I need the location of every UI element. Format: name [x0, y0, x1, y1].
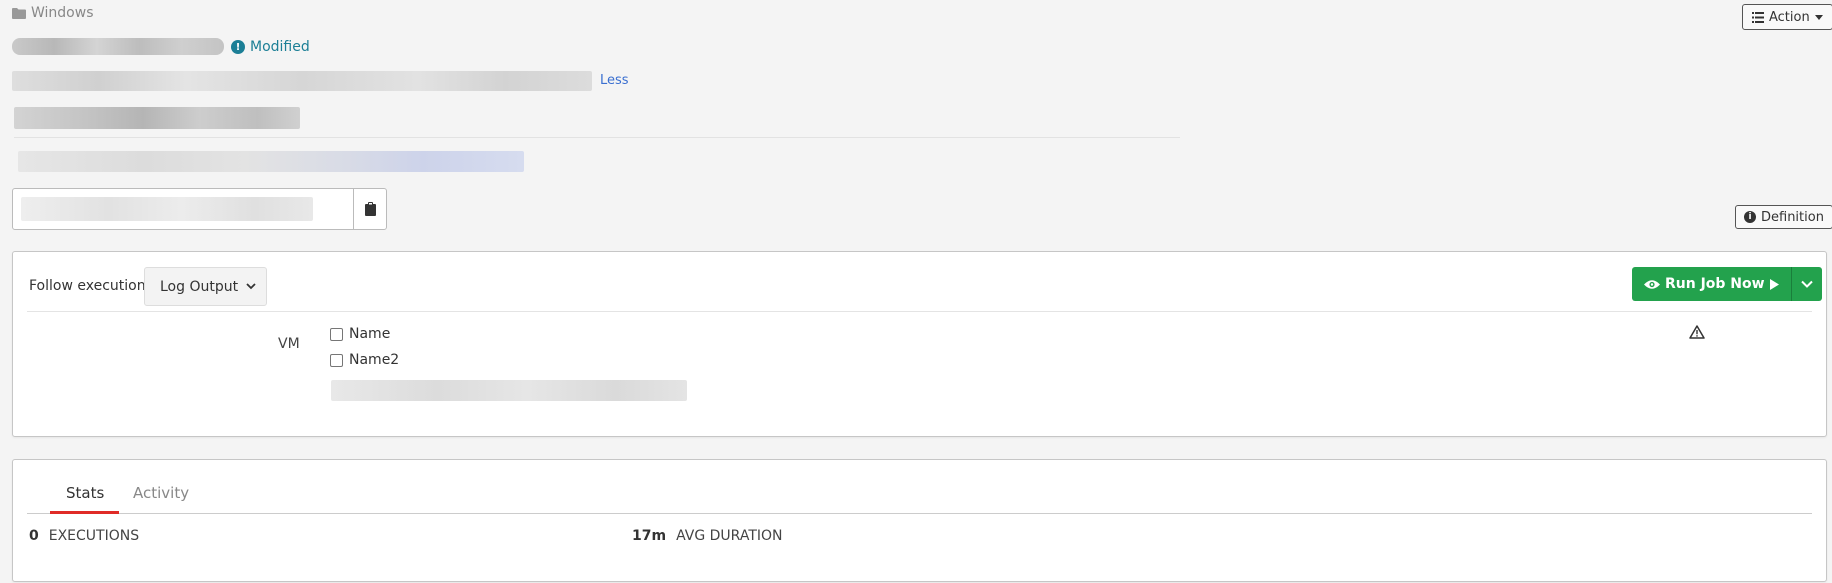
vm-option-name2-label: Name2 [349, 352, 400, 368]
tab-activity[interactable]: Activity [133, 484, 189, 502]
warning-icon [1689, 324, 1705, 343]
vm-option-name-label: Name [349, 326, 391, 342]
chevron-down-icon [1800, 280, 1813, 288]
clipboard-icon [364, 202, 376, 216]
panel-divider [27, 311, 1812, 312]
definition-label: Definition [1761, 209, 1824, 225]
executions-label: EXECUTIONS [48, 528, 140, 544]
follow-execution-select[interactable]: Log Output [144, 267, 267, 306]
info-icon: ! [231, 40, 245, 54]
job-uuid-input-group [12, 188, 387, 230]
run-job-now-button[interactable]: Run Job Now [1632, 267, 1791, 301]
action-button[interactable]: Action [1742, 4, 1832, 30]
run-job-now-label: Run Job Now [1665, 276, 1765, 292]
modified-indicator: ! Modified [231, 39, 310, 55]
checkbox[interactable] [330, 327, 343, 341]
definition-button[interactable]: i Definition [1735, 205, 1832, 229]
checkbox[interactable] [330, 353, 343, 367]
stats-panel: Stats Activity 0 EXECUTIONS 17m AVG DURA… [12, 459, 1827, 582]
chevron-down-icon [246, 283, 256, 290]
avg-duration-label: AVG DURATION [676, 528, 783, 544]
executions-value: 0 [29, 528, 39, 544]
divider [14, 137, 1180, 138]
follow-execution-value: Log Output [160, 278, 239, 295]
breadcrumb[interactable]: Windows [12, 5, 94, 21]
avg-duration-value: 17m [632, 528, 667, 544]
execution-panel: Follow execution Log Output Run Job Now … [12, 251, 1827, 437]
breadcrumb-label: Windows [31, 5, 94, 21]
vm-option-description-redacted [331, 380, 687, 401]
tab-divider [27, 513, 1812, 514]
info-icon: i [1744, 211, 1756, 223]
job-link-redacted [18, 151, 524, 172]
job-detail-redacted [14, 107, 300, 129]
job-description-redacted [12, 71, 592, 91]
list-icon [1752, 11, 1764, 23]
run-job-button-group: Run Job Now [1632, 267, 1822, 301]
copy-clipboard-button[interactable] [354, 189, 386, 229]
vm-option-name[interactable]: Name [330, 326, 390, 342]
executions-stat: 0 EXECUTIONS [29, 528, 139, 544]
vm-option-label: VM [278, 336, 300, 352]
job-uuid-redacted [21, 197, 313, 221]
eye-icon [1644, 279, 1660, 289]
job-uuid-field[interactable] [13, 189, 354, 229]
folder-icon [12, 8, 26, 19]
modified-label: Modified [250, 39, 310, 55]
action-label: Action [1769, 9, 1810, 25]
follow-execution-label: Follow execution [29, 278, 146, 294]
avg-duration-stat: 17m AVG DURATION [632, 528, 783, 544]
run-options-dropdown-button[interactable] [1790, 267, 1822, 301]
tab-stats[interactable]: Stats [66, 484, 104, 502]
play-icon [1769, 278, 1779, 290]
caret-down-icon [1814, 14, 1823, 20]
less-link[interactable]: Less [600, 73, 629, 88]
active-tab-indicator [50, 511, 119, 514]
job-title-redacted [12, 38, 224, 55]
vm-option-name2[interactable]: Name2 [330, 352, 399, 368]
